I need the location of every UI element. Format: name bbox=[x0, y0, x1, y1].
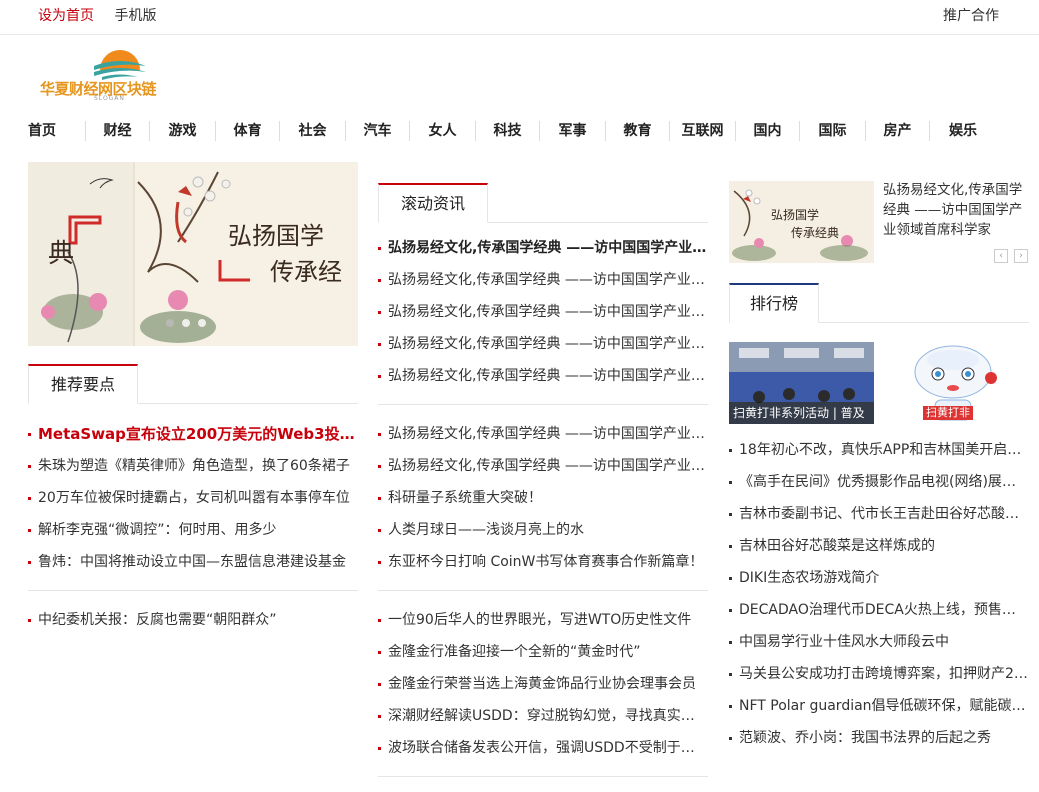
feature-img-text-2: 传承经典 bbox=[791, 225, 839, 240]
feature-headline[interactable]: 弘扬易经文化,传承国学经典 ——访中国国学产业领域首席科学家 bbox=[883, 180, 1028, 240]
nav-item[interactable]: 互联网 bbox=[670, 121, 736, 141]
recommend-tab[interactable]: 推荐要点 bbox=[28, 364, 138, 404]
image-slider[interactable]: 典 弘扬国学 传承经 bbox=[28, 162, 358, 346]
recommend-extra-list: 中纪委机关报：反腐也需要“朝阳群众” bbox=[28, 604, 358, 636]
ranking-image-2[interactable]: 扫黄打非 bbox=[883, 342, 1028, 424]
list-item[interactable]: 中国易学行业十佳风水大师段云中 bbox=[729, 626, 1029, 658]
list-item[interactable]: 18年初心不改，真快乐APP和吉林国美开启新零售 bbox=[729, 434, 1029, 466]
list-item[interactable]: MetaSwap宣布设立200万美元的Web3投资基金 bbox=[28, 418, 358, 450]
mobile-link[interactable]: 手机版 bbox=[114, 8, 156, 24]
list-item[interactable]: 东亚杯今日打响 CoinW书写体育赛事合作新篇章！ bbox=[378, 546, 708, 578]
nav-item[interactable]: 社会 bbox=[280, 121, 346, 141]
ranking-list: 18年初心不改，真快乐APP和吉林国美开启新零售 《高手在民间》优秀摄影作品电视… bbox=[729, 434, 1029, 754]
list-item[interactable]: 20万车位被保时捷霸占，女司机叫嚣有本事停车位 bbox=[28, 482, 358, 514]
list-item[interactable]: 人类月球日——浅谈月亮上的水 bbox=[378, 514, 708, 546]
list-item[interactable]: 金隆金行荣誉当选上海黄金饰品行业协会理事会员 bbox=[378, 668, 708, 700]
divider bbox=[378, 776, 708, 777]
list-item[interactable]: 弘扬易经文化,传承国学经典 ——访中国国学产业领域首席科学家 bbox=[378, 418, 708, 450]
scroll-news-list-3: 一位90后华人的世界眼光，写进WTO历史性文件 金隆金行准备迎接一个全新的“黄金… bbox=[378, 604, 708, 764]
scroll-news-list-1: 弘扬易经文化,传承国学经典 ——访中国国学产业领域首席科学家 弘扬易经文化,传承… bbox=[378, 232, 708, 392]
slider-dot[interactable] bbox=[182, 319, 190, 327]
list-item[interactable]: DECADAO治理代币DECA火热上线，预售开启中 bbox=[729, 594, 1029, 626]
set-home-link[interactable]: 设为首页 bbox=[38, 8, 94, 24]
list-item[interactable]: 《高手在民间》优秀摄影作品电视(网络)展播活动 bbox=[729, 466, 1029, 498]
nav-item[interactable]: 首页 bbox=[28, 121, 86, 141]
slider-dot[interactable] bbox=[166, 319, 174, 327]
slider-text-left: 典 bbox=[48, 239, 74, 269]
list-item[interactable]: 吉林田谷好芯酸菜是这样炼成的 bbox=[729, 530, 1029, 562]
logo-slogan: SLOGAN bbox=[94, 95, 125, 102]
nav-item[interactable]: 娱乐 bbox=[930, 121, 996, 141]
feature-painting-image: 弘扬国学 传承经典 bbox=[729, 181, 874, 263]
next-arrow-icon[interactable]: › bbox=[1014, 249, 1028, 263]
feature-image[interactable]: 弘扬国学 传承经典 bbox=[729, 181, 874, 263]
slider-dots bbox=[166, 319, 206, 327]
list-item[interactable]: 弘扬易经文化,传承国学经典 ——访中国国学产业领域首席科学家 bbox=[378, 328, 708, 360]
scroll-news-header: 滚动资讯 bbox=[378, 181, 708, 223]
list-item[interactable]: 吉林市委副书记、代市长王吉赴田谷好芯酸菜调研 bbox=[729, 498, 1029, 530]
list-item[interactable]: 范颖波、乔小岗：我国书法界的后起之秀 bbox=[729, 722, 1029, 754]
feature-img-text-1: 弘扬国学 bbox=[771, 207, 819, 222]
promo-link[interactable]: 推广合作 bbox=[943, 5, 999, 25]
list-item[interactable]: NFT Polar guardian倡导低碳环保，赋能碳中和 bbox=[729, 690, 1029, 722]
nav-item[interactable]: 财经 bbox=[86, 121, 150, 141]
ranking-image-2-caption: 扫黄打非 bbox=[923, 406, 973, 420]
list-item[interactable]: 弘扬易经文化,传承国学经典 ——访中国国学产业领域首席科学家 bbox=[378, 450, 708, 482]
nav-item[interactable]: 国内 bbox=[736, 121, 800, 141]
divider bbox=[28, 590, 358, 591]
recommend-header: 推荐要点 bbox=[28, 362, 358, 404]
ranking-image-1[interactable]: 扫黄打非系列活动 | 普及 bbox=[729, 342, 874, 424]
list-item[interactable]: 解析李克强“微调控”：何时用、用多少 bbox=[28, 514, 358, 546]
list-item[interactable]: 朱珠为塑造《精英律师》角色造型，换了60条裙子 bbox=[28, 450, 358, 482]
nav-item[interactable]: 汽车 bbox=[346, 121, 410, 141]
list-item[interactable]: 中纪委机关报：反腐也需要“朝阳群众” bbox=[28, 604, 358, 636]
nav-item[interactable]: 科技 bbox=[476, 121, 540, 141]
list-item[interactable]: 弘扬易经文化,传承国学经典 ——访中国国学产业领域首席科学家 bbox=[378, 296, 708, 328]
nav-item[interactable]: 体育 bbox=[216, 121, 280, 141]
divider bbox=[378, 404, 708, 405]
ranking-tab[interactable]: 排行榜 bbox=[729, 283, 819, 323]
ranking-header: 排行榜 bbox=[729, 281, 1029, 323]
nav-item[interactable]: 国际 bbox=[800, 121, 866, 141]
slider-text-1: 弘扬国学 bbox=[228, 222, 324, 250]
list-item[interactable]: DIKI生态农场游戏简介 bbox=[729, 562, 1029, 594]
list-item[interactable]: 金隆金行准备迎接一个全新的“黄金时代” bbox=[378, 636, 708, 668]
list-item[interactable]: 一位90后华人的世界眼光，写进WTO历史性文件 bbox=[378, 604, 708, 636]
scroll-news-tab[interactable]: 滚动资讯 bbox=[378, 183, 488, 223]
ranking-image-caption: 扫黄打非系列活动 | 普及 bbox=[729, 402, 874, 424]
list-item[interactable]: 波场联合储备发表公开信，强调USDD不受制于任何机构 bbox=[378, 732, 708, 764]
nav-item[interactable]: 房产 bbox=[866, 121, 930, 141]
prev-arrow-icon[interactable]: ‹ bbox=[994, 249, 1008, 263]
list-item[interactable]: 弘扬易经文化,传承国学经典 ——访中国国学产业领域首席科学家 bbox=[378, 360, 708, 392]
top-links: 设为首页 手机版 bbox=[38, 5, 172, 25]
nav-item[interactable]: 军事 bbox=[540, 121, 606, 141]
list-item[interactable]: 马关县公安成功打击跨境博弈案，扣押财产2000万 bbox=[729, 658, 1029, 690]
nav-item[interactable]: 教育 bbox=[606, 121, 670, 141]
top-bar: 设为首页 手机版 推广合作 bbox=[0, 0, 1039, 35]
list-item[interactable]: 弘扬易经文化,传承国学经典 ——访中国国学产业领域首席科学家 bbox=[378, 232, 708, 264]
site-logo[interactable]: 华夏财经网区块链 SLOGAN bbox=[38, 48, 198, 104]
list-item[interactable]: 弘扬易经文化,传承国学经典 ——访中国国学产业领域首席科学家 bbox=[378, 264, 708, 296]
recommend-list: MetaSwap宣布设立200万美元的Web3投资基金 朱珠为塑造《精英律师》角… bbox=[28, 418, 358, 578]
scroll-news-list-2: 弘扬易经文化,传承国学经典 ——访中国国学产业领域首席科学家 弘扬易经文化,传承… bbox=[378, 418, 708, 578]
list-item[interactable]: 科研量子系统重大突破！ bbox=[378, 482, 708, 514]
list-item[interactable]: 深潮财经解读USDD：穿过脱钩幻觉，寻找真实的稳定币 bbox=[378, 700, 708, 732]
nav-item[interactable]: 女人 bbox=[410, 121, 476, 141]
slider-text-2: 传承经 bbox=[270, 258, 342, 286]
list-item[interactable]: 鲁炜：中国将推动设立中国—东盟信息港建设基金 bbox=[28, 546, 358, 578]
main-nav: 首页 财经 游戏 体育 社会 汽车 女人 科技 军事 教育 互联网 国内 国际 … bbox=[28, 121, 996, 143]
feature-arrows: ‹ › bbox=[994, 249, 1028, 263]
slider-dot[interactable] bbox=[198, 319, 206, 327]
divider bbox=[378, 590, 708, 591]
nav-item[interactable]: 游戏 bbox=[150, 121, 216, 141]
